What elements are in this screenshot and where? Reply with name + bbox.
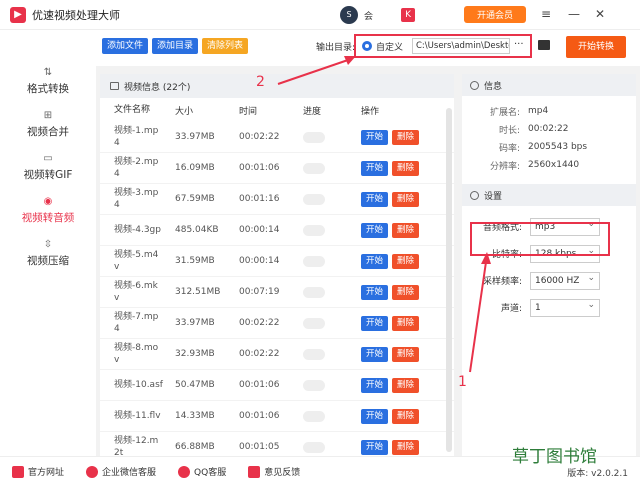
version-text: 版本: v2.0.2.1 [567,469,628,479]
annotation-2: 2 [256,74,265,90]
footer-site[interactable]: 官方网址 [12,465,64,478]
annotation-1: 1 [458,374,467,390]
arrow-2-line [277,59,349,85]
arrow-1-line [469,261,487,373]
arrow-1-head [481,252,491,264]
qq-icon [178,465,191,478]
feedback-icon [248,465,261,478]
annotation-arrows [277,56,491,373]
site-icon [12,465,24,478]
footer-wechat[interactable]: 企业微信客服 [86,465,156,478]
watermark: 草丁图书馆 [512,447,597,467]
footer-feedback[interactable]: 意见反馈 [248,465,300,478]
footer-qq[interactable]: QQ客服 [178,465,226,478]
wechat-icon [86,465,99,478]
